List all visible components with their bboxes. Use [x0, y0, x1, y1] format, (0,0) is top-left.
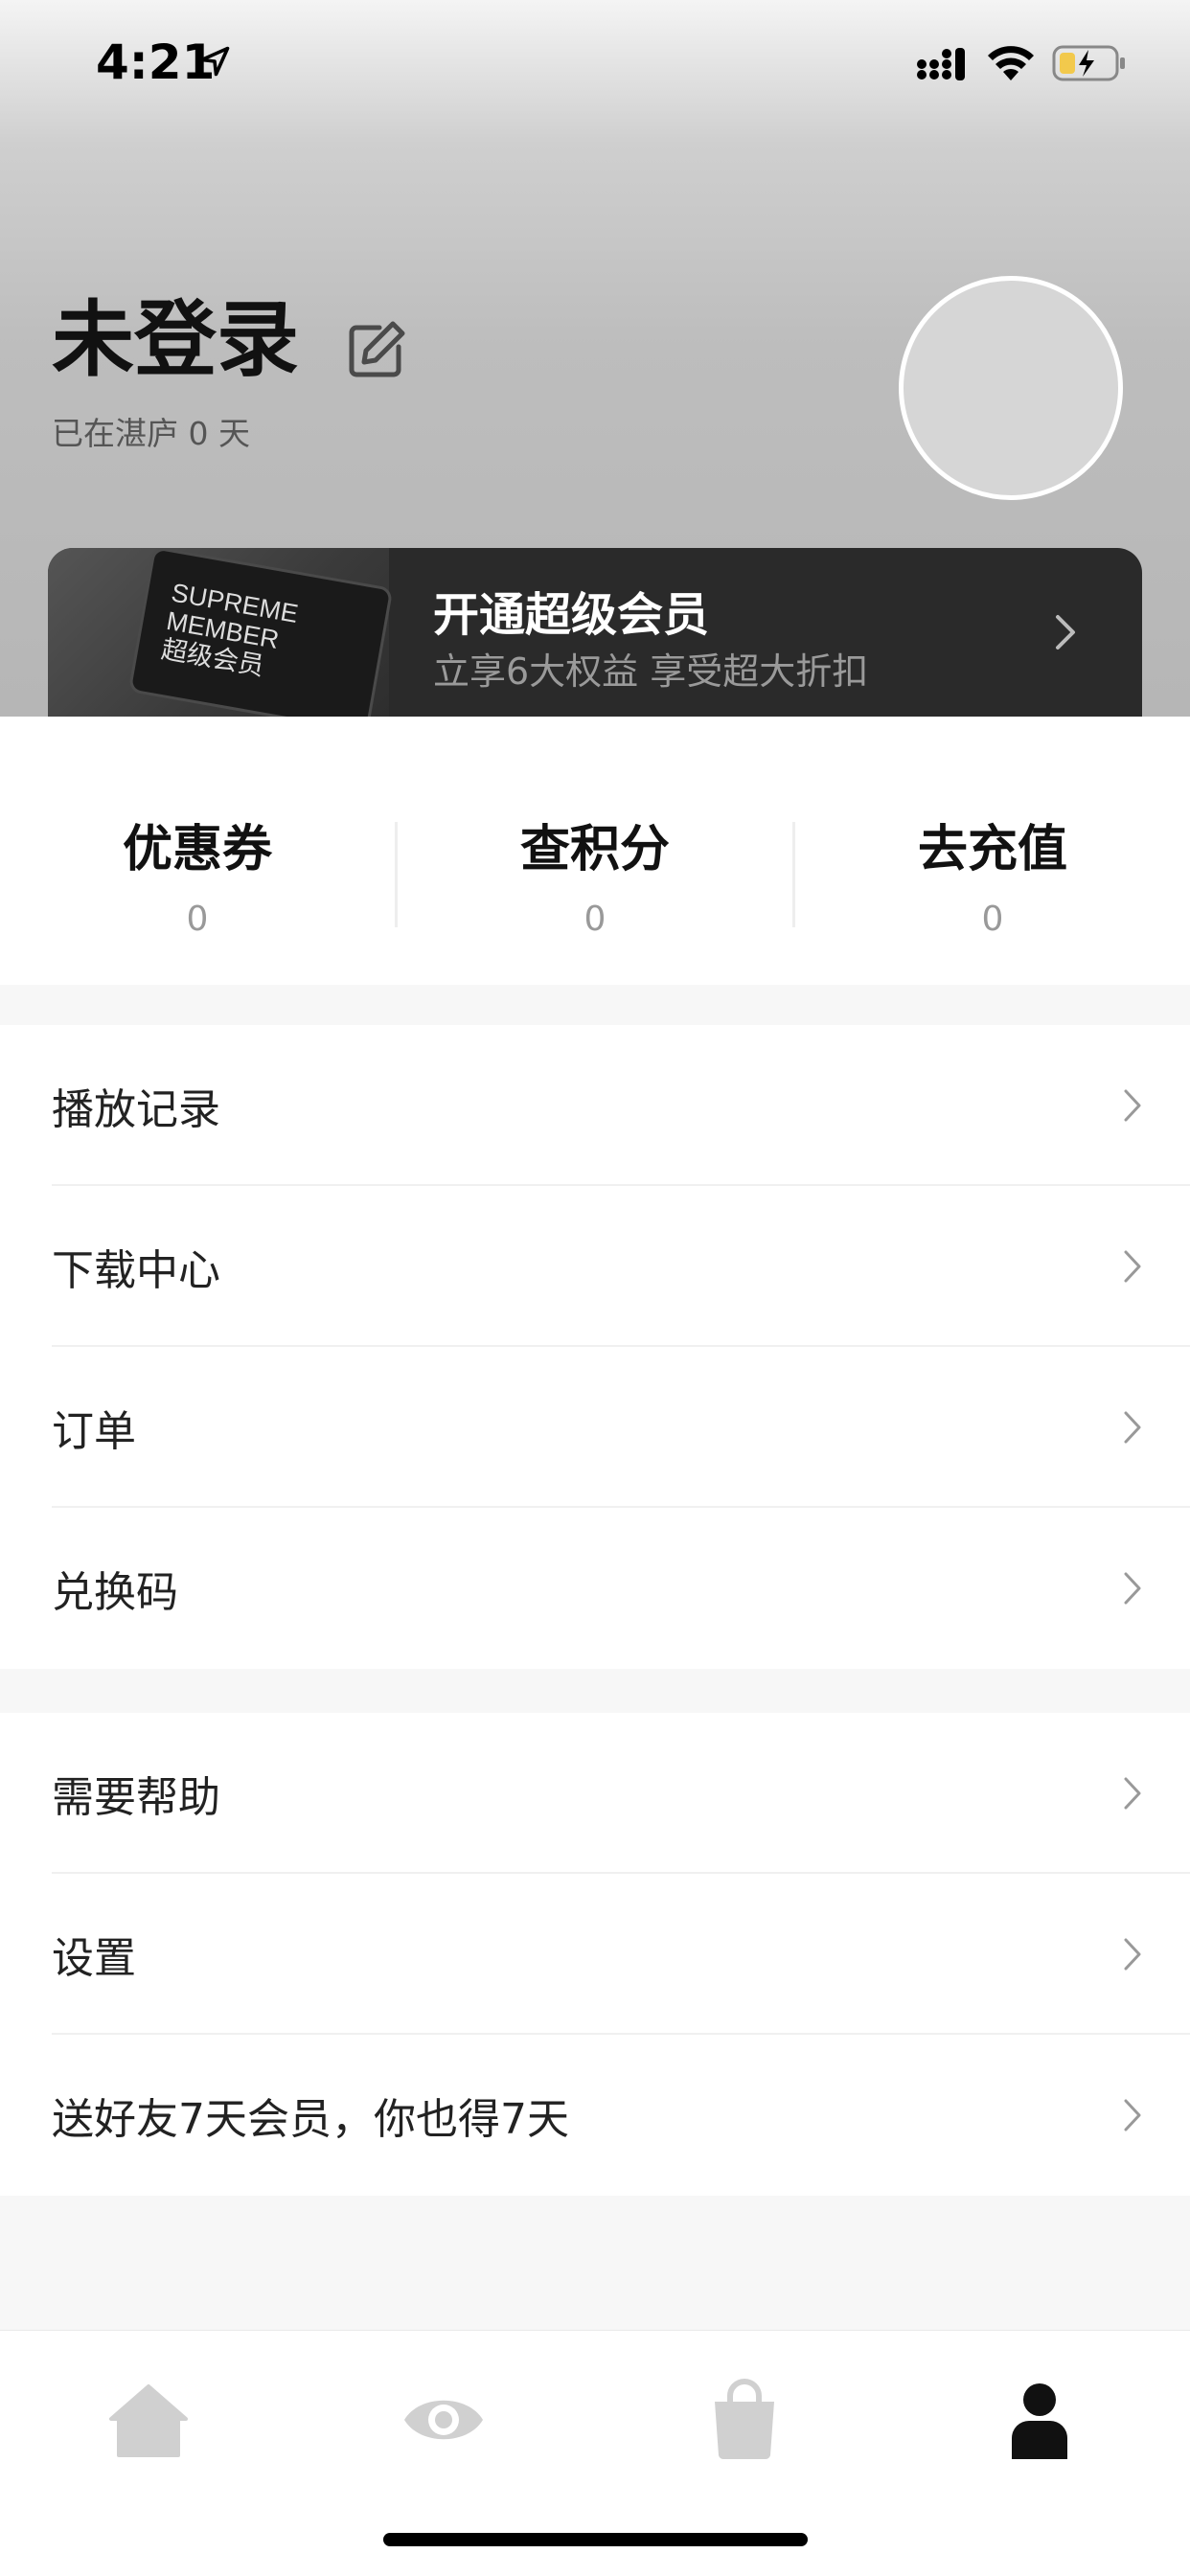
menu-item-redeem-code[interactable]: 兑换码 [0, 1508, 1190, 1669]
menu-item-download-center[interactable]: 下载中心 [0, 1186, 1190, 1347]
menu-item-label: 送好友7天会员，你也得7天 [52, 2095, 569, 2144]
cellular-signal-icon [917, 48, 965, 80]
stat-label: 去充值 [917, 821, 1067, 878]
stat-label: 查积分 [519, 821, 670, 878]
chevron-right-icon [1124, 1250, 1141, 1283]
location-arrow-icon [199, 46, 230, 77]
menu-item-orders[interactable]: 订单 [0, 1347, 1190, 1508]
shopping-bag-icon[interactable] [701, 2377, 788, 2463]
menu-item-label: 设置 [52, 1934, 136, 1983]
battery-icon [1052, 45, 1125, 81]
chevron-right-icon [1124, 1411, 1141, 1444]
chevron-right-icon [1056, 615, 1075, 650]
stats-panel: 优惠券 0 查积分 0 去充值 0 [0, 717, 1190, 985]
status-bar: 4:21 [0, 0, 1190, 125]
stat-value: 0 [584, 900, 606, 939]
menu-item-play-history[interactable]: 播放记录 [0, 1025, 1190, 1186]
wifi-icon [988, 46, 1034, 80]
chevron-right-icon [1124, 1572, 1141, 1605]
menu-item-help[interactable]: 需要帮助 [0, 1713, 1190, 1874]
menu-item-label: 需要帮助 [52, 1773, 220, 1822]
login-status-title[interactable]: 未登录 [52, 299, 299, 381]
chevron-right-icon [1124, 1777, 1141, 1810]
vip-banner[interactable]: SUPREME MEMBER 超级会员 开通超级会员 立享6大权益 享受超大折扣 [48, 548, 1142, 717]
stat-value: 0 [981, 900, 1004, 939]
stat-label: 优惠券 [122, 821, 272, 878]
edit-icon[interactable] [345, 318, 408, 381]
points-stat[interactable]: 查积分 0 [398, 809, 792, 939]
chevron-right-icon [1124, 2099, 1141, 2131]
avatar[interactable] [899, 276, 1123, 500]
menu-item-label: 订单 [52, 1407, 136, 1456]
menu-item-label: 兑换码 [52, 1568, 178, 1617]
menu-item-label: 播放记录 [52, 1085, 220, 1134]
chevron-right-icon [1124, 1938, 1141, 1971]
home-icon[interactable] [105, 2377, 192, 2463]
profile-header: 4:21 未登录 已在湛庐 0 天 SUPREME MEMBER 超级会员 开通… [0, 0, 1190, 717]
home-indicator [383, 2533, 808, 2546]
stat-value: 0 [186, 900, 209, 939]
days-counter: 已在湛庐 0 天 [52, 415, 250, 452]
eye-icon[interactable] [400, 2377, 487, 2463]
menu-item-invite-friend[interactable]: 送好友7天会员，你也得7天 [0, 2035, 1190, 2196]
coupons-stat[interactable]: 优惠券 0 [0, 809, 395, 939]
menu-group-1: 播放记录 下载中心 订单 兑换码 [0, 1025, 1190, 1669]
vip-title: 开通超级会员 [433, 588, 710, 642]
menu-item-settings[interactable]: 设置 [0, 1874, 1190, 2035]
chevron-right-icon [1124, 1089, 1141, 1122]
recharge-stat[interactable]: 去充值 0 [795, 809, 1190, 939]
menu-item-label: 下载中心 [52, 1246, 220, 1295]
menu-group-2: 需要帮助 设置 送好友7天会员，你也得7天 [0, 1713, 1190, 2196]
vip-subtitle: 立享6大权益 享受超大折扣 [433, 650, 869, 693]
vip-card-image: SUPREME MEMBER 超级会员 [48, 548, 390, 717]
person-icon[interactable] [996, 2377, 1083, 2463]
